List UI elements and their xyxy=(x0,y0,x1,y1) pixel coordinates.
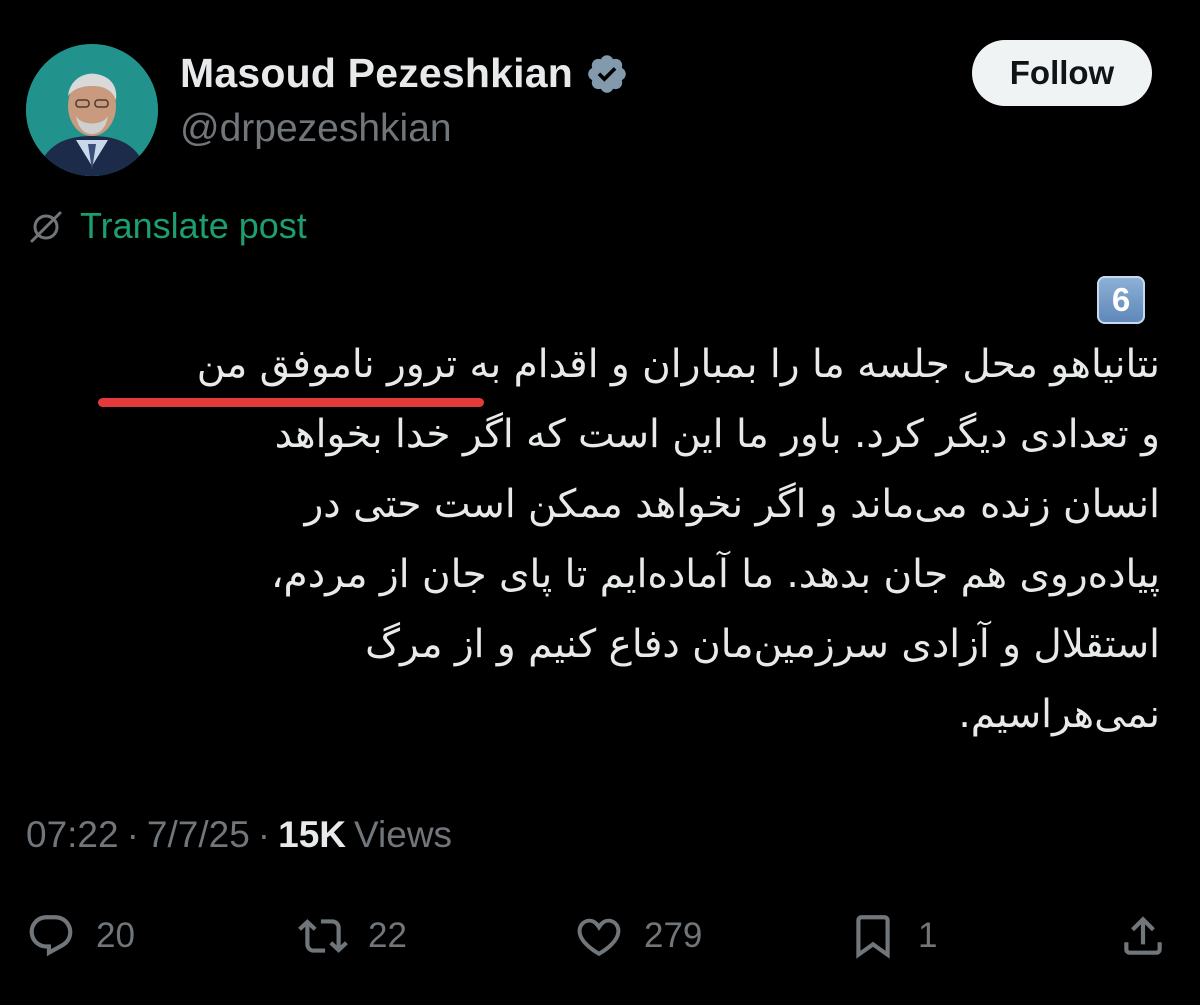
bookmark-button[interactable]: 1 xyxy=(848,906,937,966)
post-meta: 07:22 · 7/7/25 · 15K Views xyxy=(26,814,452,856)
reply-count: 20 xyxy=(96,916,135,955)
meta-separator: · xyxy=(257,814,271,855)
verified-badge-icon xyxy=(588,54,626,93)
post-text: نتانیاهو محل جلسه ما را بمباران و اقدام … xyxy=(30,330,1160,750)
bookmark-icon xyxy=(856,915,890,959)
repost-arrows-icon xyxy=(298,919,348,953)
post-text-line: پیاده‌روی هم جان بدهد. ما آماده‌ایم تا پ… xyxy=(270,552,1160,597)
views-label: Views xyxy=(354,814,453,855)
author-handle[interactable]: @drpezeshkian xyxy=(180,107,452,151)
tweet-card: Masoud Pezeshkian @drpezeshkian Follow T… xyxy=(0,0,1200,1005)
action-bar: 20 22 279 1 xyxy=(0,906,1200,966)
speech-bubble-icon xyxy=(29,915,73,957)
keycap-number-emoji: 6 xyxy=(1097,276,1145,324)
avatar-portrait-icon xyxy=(26,44,158,176)
translate-post-label: Translate post xyxy=(80,205,307,246)
post-text-line: نتانیاهو محل جلسه ما را بمباران و اقدام … xyxy=(196,342,1160,387)
post-text-line: نمی‌هراسیم. xyxy=(958,692,1160,737)
bookmark-count: 1 xyxy=(918,916,938,955)
post-date[interactable]: 7/7/25 xyxy=(147,814,250,856)
globe-slash-icon xyxy=(30,211,62,243)
share-upload-icon xyxy=(1124,916,1162,955)
translate-post-link[interactable]: Translate post xyxy=(26,205,307,247)
share-button[interactable] xyxy=(1118,906,1168,966)
post-time[interactable]: 07:22 xyxy=(26,814,119,856)
views-count: 15K xyxy=(278,814,347,855)
meta-separator: · xyxy=(126,814,139,855)
red-underline-annotation xyxy=(98,398,484,407)
follow-button[interactable]: Follow xyxy=(972,40,1152,106)
post-text-line: و تعدادی دیگر کرد. باور ما این است که اگ… xyxy=(274,412,1160,457)
author-name-row[interactable]: Masoud Pezeshkian xyxy=(180,50,629,97)
repost-count: 22 xyxy=(368,916,407,955)
avatar[interactable] xyxy=(26,44,158,176)
post-text-line: انسان زنده می‌ماند و اگر نخواهد ممکن است… xyxy=(304,482,1160,527)
post-text-line: استقلال و آزادی سرزمین‌مان دفاع کنیم و ا… xyxy=(365,622,1160,667)
like-button[interactable]: 279 xyxy=(574,906,702,966)
reply-button[interactable]: 20 xyxy=(26,906,135,966)
heart-icon xyxy=(577,918,621,957)
like-count: 279 xyxy=(644,916,703,955)
repost-button[interactable]: 22 xyxy=(298,906,407,966)
author-display-name[interactable]: Masoud Pezeshkian xyxy=(180,50,573,97)
